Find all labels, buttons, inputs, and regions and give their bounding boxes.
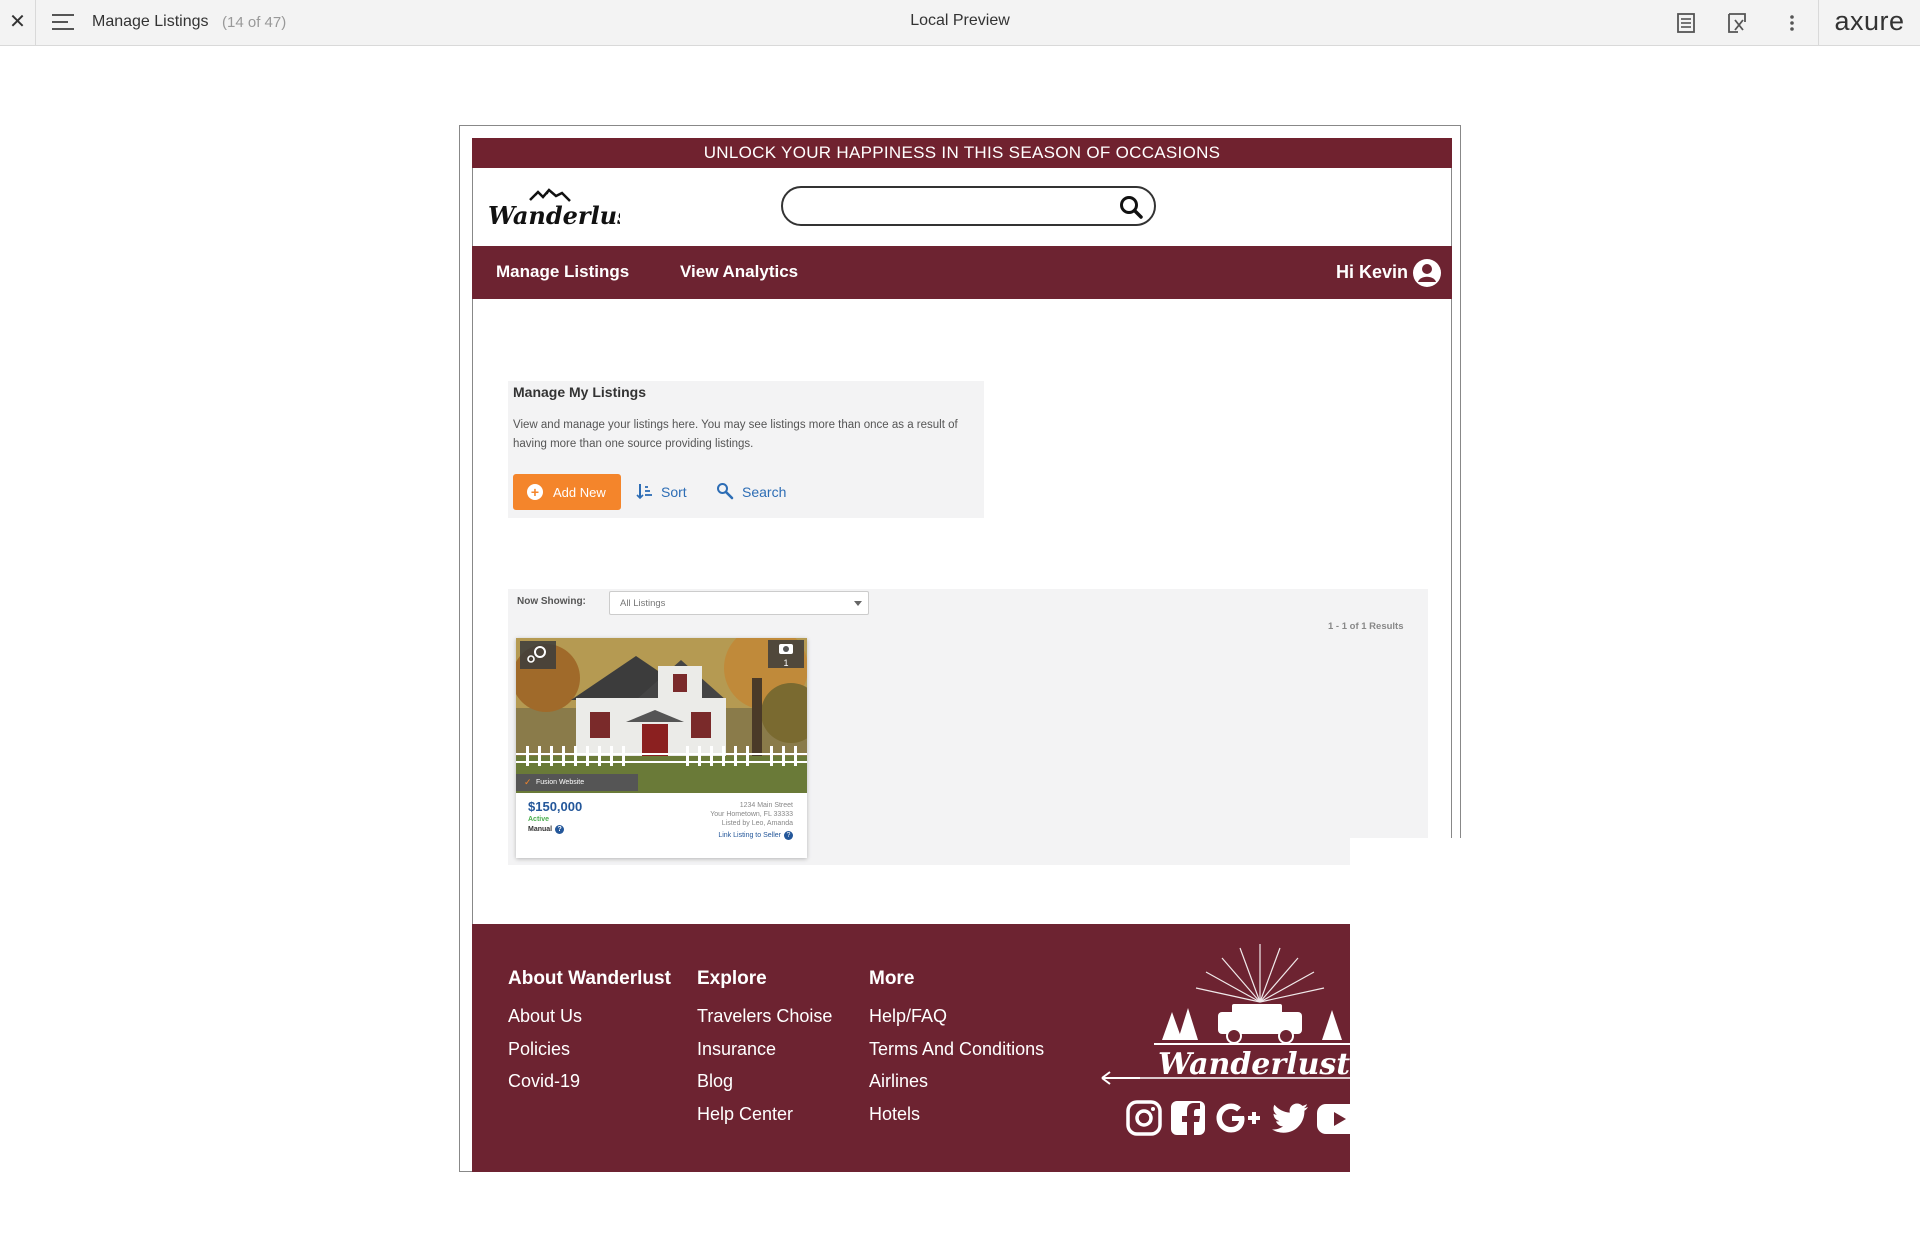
checkmark-icon: ✓ — [524, 777, 532, 787]
results-count: 1 - 1 of 1 Results — [1328, 621, 1404, 632]
footer-link-help-faq[interactable]: Help/FAQ — [869, 1006, 947, 1027]
view-icon[interactable] — [520, 641, 556, 669]
footer-link-covid[interactable]: Covid-19 — [508, 1071, 580, 1092]
add-new-label: Add New — [553, 485, 606, 500]
nav-item-view-analytics[interactable]: View Analytics — [680, 262, 798, 282]
footer-heading-more: More — [869, 968, 915, 989]
footer-link-blog[interactable]: Blog — [697, 1071, 733, 1092]
instagram-icon[interactable] — [1126, 1098, 1162, 1138]
sort-button[interactable]: Sort — [661, 484, 687, 500]
footer-link-terms[interactable]: Terms And Conditions — [869, 1039, 1044, 1060]
chevron-down-icon — [854, 601, 862, 606]
footer-link-insurance[interactable]: Insurance — [697, 1039, 776, 1060]
google-plus-icon[interactable] — [1214, 1098, 1266, 1138]
user-avatar-icon[interactable] — [1412, 258, 1442, 288]
plus-icon: + — [527, 484, 543, 500]
preview-toolbar: ✕ Manage Listings (14 of 47) Local Previ… — [0, 0, 1920, 46]
listed-by: Listed by Leo, Amanda — [721, 820, 793, 827]
photo-count: 1 — [783, 658, 789, 668]
footer-wanderlust-logo: Wanderlust — [1101, 944, 1352, 1085]
promo-banner: UNLOCK YOUR HAPPINESS IN THIS SEASON OF … — [472, 138, 1452, 168]
page-count: (14 of 47) — [222, 14, 287, 31]
listing-filter-select[interactable]: All Listings — [609, 591, 869, 615]
twitter-icon[interactable] — [1272, 1098, 1310, 1138]
footer-link-airlines[interactable]: Airlines — [869, 1071, 928, 1092]
search-box — [781, 186, 1156, 226]
search-listings-button[interactable]: Search — [742, 484, 786, 500]
source-ribbon: ✓ Fusion Website — [516, 774, 638, 791]
page-title: Manage Listings — [92, 13, 209, 30]
sort-icon[interactable] — [636, 482, 654, 500]
footer-heading-about: About Wanderlust — [508, 968, 671, 989]
wanderlust-logo[interactable]: Wanderlust — [486, 186, 620, 230]
logo-wordmark: Wanderlust — [488, 201, 620, 230]
filter-value: All Listings — [620, 598, 666, 609]
address-line-1: 1234 Main Street — [739, 802, 793, 809]
source-label: Manual — [528, 826, 553, 833]
nav-item-manage-listings[interactable]: Manage Listings — [496, 262, 629, 282]
notes-icon[interactable] — [1675, 12, 1697, 34]
ribbon-label: Fusion Website — [536, 779, 585, 786]
link-listing-to-seller[interactable]: Link Listing to Seller? — [718, 831, 793, 840]
youtube-icon-wrap — [1316, 1098, 1350, 1138]
footer-link-about-us[interactable]: About Us — [508, 1006, 582, 1027]
camera-icon[interactable]: 1 — [768, 640, 804, 668]
listing-source: Manual? — [528, 825, 565, 834]
search-icon[interactable] — [1118, 194, 1144, 220]
footer-link-hotels[interactable]: Hotels — [869, 1104, 920, 1125]
inspect-icon[interactable] — [1726, 12, 1748, 34]
help-icon[interactable]: ? — [784, 831, 793, 840]
listing-price: $150,000 — [528, 799, 583, 814]
listing-status: Active — [528, 816, 550, 823]
user-greeting: Hi Kevin — [1336, 262, 1409, 282]
now-showing-label: Now Showing: — [517, 596, 586, 607]
address-line-2: Your Hometown, FL 33333 — [710, 811, 793, 818]
more-vertical-icon[interactable] — [1781, 12, 1803, 34]
link-label: Link Listing to Seller — [718, 832, 781, 839]
footer-link-help-center[interactable]: Help Center — [697, 1104, 793, 1125]
help-icon[interactable]: ? — [555, 825, 565, 834]
hamburger-menu-icon[interactable] — [52, 14, 74, 32]
youtube-icon[interactable] — [1316, 1098, 1350, 1138]
footer-link-policies[interactable]: Policies — [508, 1039, 570, 1060]
axure-logo: axure — [1818, 0, 1920, 46]
panel-description: View and manage your listings here. You … — [513, 419, 958, 450]
footer-link-travelers-choise[interactable]: Travelers Choise — [697, 1006, 832, 1027]
house-photo[interactable] — [516, 638, 807, 793]
canvas-cutoff — [1350, 838, 1462, 1174]
magnifier-icon[interactable] — [716, 482, 734, 500]
footer-heading-explore: Explore — [697, 968, 767, 989]
panel-title: Manage My Listings — [513, 384, 647, 400]
preview-label: Local Preview — [910, 12, 1010, 29]
search-input[interactable] — [801, 194, 1101, 218]
footer-logo-wordmark: Wanderlust — [1158, 1047, 1350, 1082]
facebook-icon[interactable] — [1170, 1098, 1206, 1138]
listing-address: 1234 Main Street Your Hometown, FL 33333… — [710, 801, 793, 828]
add-new-button[interactable]: + Add New — [513, 474, 621, 510]
close-icon[interactable]: ✕ — [0, 0, 36, 46]
main-nav: Manage Listings View Analytics — [472, 246, 1452, 299]
